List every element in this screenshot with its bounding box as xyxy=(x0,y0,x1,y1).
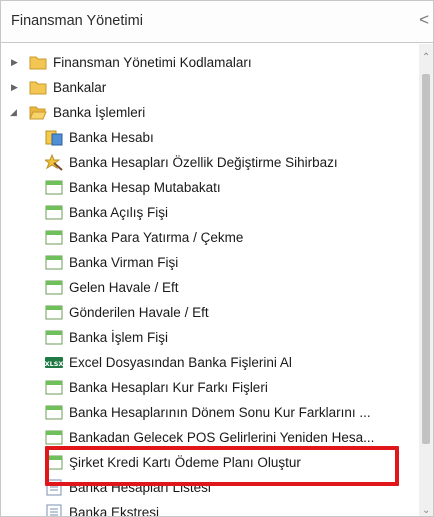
scroll-up-icon[interactable]: ⌃ xyxy=(422,52,430,63)
list-icon xyxy=(46,504,62,516)
scroll-down-icon[interactable]: ⌄ xyxy=(422,505,430,516)
tree-node-label: Banka İşlemleri xyxy=(53,105,146,120)
tree-item-banka-hesabi[interactable]: Banka Hesabı xyxy=(1,125,421,151)
excel-icon: XLSX xyxy=(45,357,63,368)
tree-node-label: Finansman Yönetimi Kodlamaları xyxy=(53,55,252,70)
tree-item-label: Banka Hesapları Özellik Değiştirme Sihir… xyxy=(69,155,338,170)
expand-arrow-icon[interactable]: ▶ xyxy=(11,82,21,92)
collapse-arrow-icon[interactable]: ◢ xyxy=(10,107,20,117)
form-icon xyxy=(45,330,63,345)
form-icon xyxy=(45,280,63,295)
tree-item-label: Banka Hesabı xyxy=(69,130,154,145)
panel-title: Finansman Yönetimi xyxy=(11,13,143,29)
form-icon xyxy=(45,405,63,420)
tree-item-kur-farki-fisleri[interactable]: Banka Hesapları Kur Farkı Fişleri xyxy=(1,375,421,401)
tree-item-label: Banka Hesaplarının Dönem Sonu Kur Farkla… xyxy=(69,405,371,420)
wizard-icon xyxy=(45,154,63,171)
expand-arrow-icon[interactable]: ▶ xyxy=(11,57,21,67)
bank-account-icon xyxy=(45,130,63,146)
tree-node-finansman-kodlamalari[interactable]: ▶ Finansman Yönetimi Kodlamaları xyxy=(1,50,421,76)
tree-item-label: Banka Virman Fişi xyxy=(69,255,179,270)
form-icon xyxy=(45,305,63,320)
folder-icon xyxy=(29,81,47,95)
tree-node-banka-islemleri[interactable]: ◢ Banka İşlemleri xyxy=(1,100,421,126)
folder-icon xyxy=(29,56,47,70)
tree-item-gonderilen-havale[interactable]: Gönderilen Havale / Eft xyxy=(1,300,421,326)
finance-panel: Finansman Yönetimi < ▶ Finansman Yönetim… xyxy=(0,0,434,517)
tree-item-acilis-fisi[interactable]: Banka Açılış Fişi xyxy=(1,200,421,226)
form-icon xyxy=(45,230,63,245)
tree-item-label: Gelen Havale / Eft xyxy=(69,280,179,295)
tree-item-gelen-havale[interactable]: Gelen Havale / Eft xyxy=(1,275,421,301)
tree-item-label: Banka Hesap Mutabakatı xyxy=(69,180,221,195)
tree-node-bankalar[interactable]: ▶ Bankalar xyxy=(1,75,421,101)
highlight-annotation-box xyxy=(45,446,399,486)
tree-item-excel-fisleri[interactable]: XLSX Excel Dosyasından Banka Fişlerini A… xyxy=(1,350,421,376)
svg-text:XLSX: XLSX xyxy=(45,360,63,368)
panel-header: Finansman Yönetimi < xyxy=(1,1,433,43)
tree-item-label: Banka Hesapları Kur Farkı Fişleri xyxy=(69,380,268,395)
form-icon xyxy=(45,205,63,220)
tree-item-donem-sonu-kur[interactable]: Banka Hesaplarının Dönem Sonu Kur Farkla… xyxy=(1,400,421,426)
scrollbar-thumb[interactable] xyxy=(422,74,430,444)
tree-item-para-yatirma[interactable]: Banka Para Yatırma / Çekme xyxy=(1,225,421,251)
folder-open-icon xyxy=(29,106,47,120)
tree-item-label: Banka Ekstresi xyxy=(69,505,160,517)
form-icon xyxy=(45,255,63,270)
tree-item-label: Banka Para Yatırma / Çekme xyxy=(69,230,244,245)
tree-node-label: Bankalar xyxy=(53,80,107,95)
tree-item-label: Gönderilen Havale / Eft xyxy=(69,305,209,320)
tree-item-virman-fisi[interactable]: Banka Virman Fişi xyxy=(1,250,421,276)
tree-item-banka-ekstresi[interactable]: Banka Ekstresi xyxy=(1,500,421,517)
tree-item-hesap-mutabakati[interactable]: Banka Hesap Mutabakatı xyxy=(1,175,421,201)
tree-item-label: Banka Açılış Fişi xyxy=(69,205,169,220)
form-icon xyxy=(45,380,63,395)
form-icon xyxy=(45,180,63,195)
vertical-scrollbar[interactable]: ⌃ ⌄ xyxy=(419,44,433,516)
tree-item-islem-fisi[interactable]: Banka İşlem Fişi xyxy=(1,325,421,351)
collapse-panel-icon[interactable]: < xyxy=(419,10,429,30)
tree-item-label: Excel Dosyasından Banka Fişlerini Al xyxy=(69,355,292,370)
form-icon xyxy=(45,430,63,445)
tree-item-label: Bankadan Gelecek POS Gelirlerini Yeniden… xyxy=(69,430,375,445)
tree-item-label: Banka İşlem Fişi xyxy=(69,330,169,345)
tree-item-ozellik-sihirbazi[interactable]: Banka Hesapları Özellik Değiştirme Sihir… xyxy=(1,150,421,176)
